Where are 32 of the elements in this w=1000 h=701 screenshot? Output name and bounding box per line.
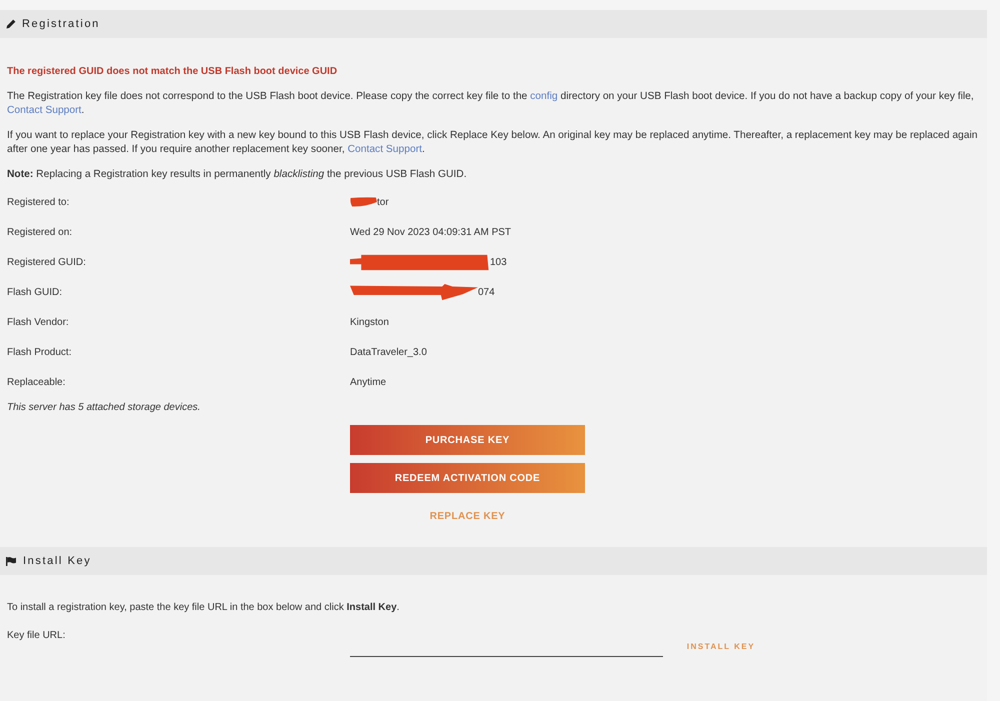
flag-icon bbox=[6, 556, 16, 566]
pencil-icon bbox=[6, 19, 16, 29]
field-label: Key file URL: bbox=[7, 629, 66, 643]
storage-devices-note: This server has 5 attached storage devices. bbox=[7, 401, 202, 415]
field-value: 074 bbox=[478, 286, 495, 300]
field-value: tor bbox=[377, 196, 389, 210]
field-label: Replaceable: bbox=[7, 376, 66, 390]
paragraph: The Registration key file does not correspond to the USB Flash boot device. Please copy the correct key file to the config directory on your USB Flash boot device. If you do not have a backup copy of your key file, Contact Support. bbox=[7, 90, 975, 118]
field-label: Registered on: bbox=[7, 226, 74, 240]
install-key-button[interactable]: INSTALL KEY bbox=[682, 634, 760, 659]
field-value: Wed 29 Nov 2023 04:09:31 AM PST bbox=[350, 226, 512, 240]
link[interactable]: Contact Support bbox=[348, 144, 422, 155]
action-button[interactable]: PURCHASE KEY bbox=[350, 425, 585, 455]
action-button[interactable]: REDEEM ACTIVATION CODE bbox=[350, 463, 585, 493]
field-value: 103 bbox=[490, 256, 507, 270]
error-message: The registered GUID does not match the USB Flash boot device GUID bbox=[7, 65, 338, 79]
link[interactable]: Contact Support bbox=[7, 105, 82, 116]
section-title: Registration bbox=[22, 16, 100, 32]
field-value: Anytime bbox=[350, 376, 386, 390]
section-title: Install Key bbox=[23, 554, 92, 569]
field-label: Registered to: bbox=[7, 196, 70, 210]
field-label: Registered GUID: bbox=[7, 256, 87, 270]
field-label: Flash Vendor: bbox=[7, 316, 70, 330]
replace-key-button[interactable]: REPLACE KEY bbox=[350, 501, 585, 531]
note-text: Note: Replacing a Registration key results in permanently blacklisting the previous USB Flash GUID. bbox=[7, 168, 468, 182]
paragraph: If you want to replace your Registration key with a new key bound to this USB Flash device, click Replace Key below. An original key may be replaced anytime. Thereafter, a replacement key may be replaced again after one year has passed. If you require another replacement key sooner, Contact Support. bbox=[7, 129, 979, 157]
field-value: Kingston bbox=[350, 316, 389, 330]
field-value: DataTraveler_3.0 bbox=[350, 346, 427, 360]
instructions-text: To install a registration key, paste the key file URL in the box below and click Install Key. bbox=[7, 601, 400, 615]
link[interactable]: config bbox=[530, 91, 558, 102]
field-label: Flash GUID: bbox=[7, 286, 64, 300]
field-label: Flash Product: bbox=[7, 346, 72, 360]
